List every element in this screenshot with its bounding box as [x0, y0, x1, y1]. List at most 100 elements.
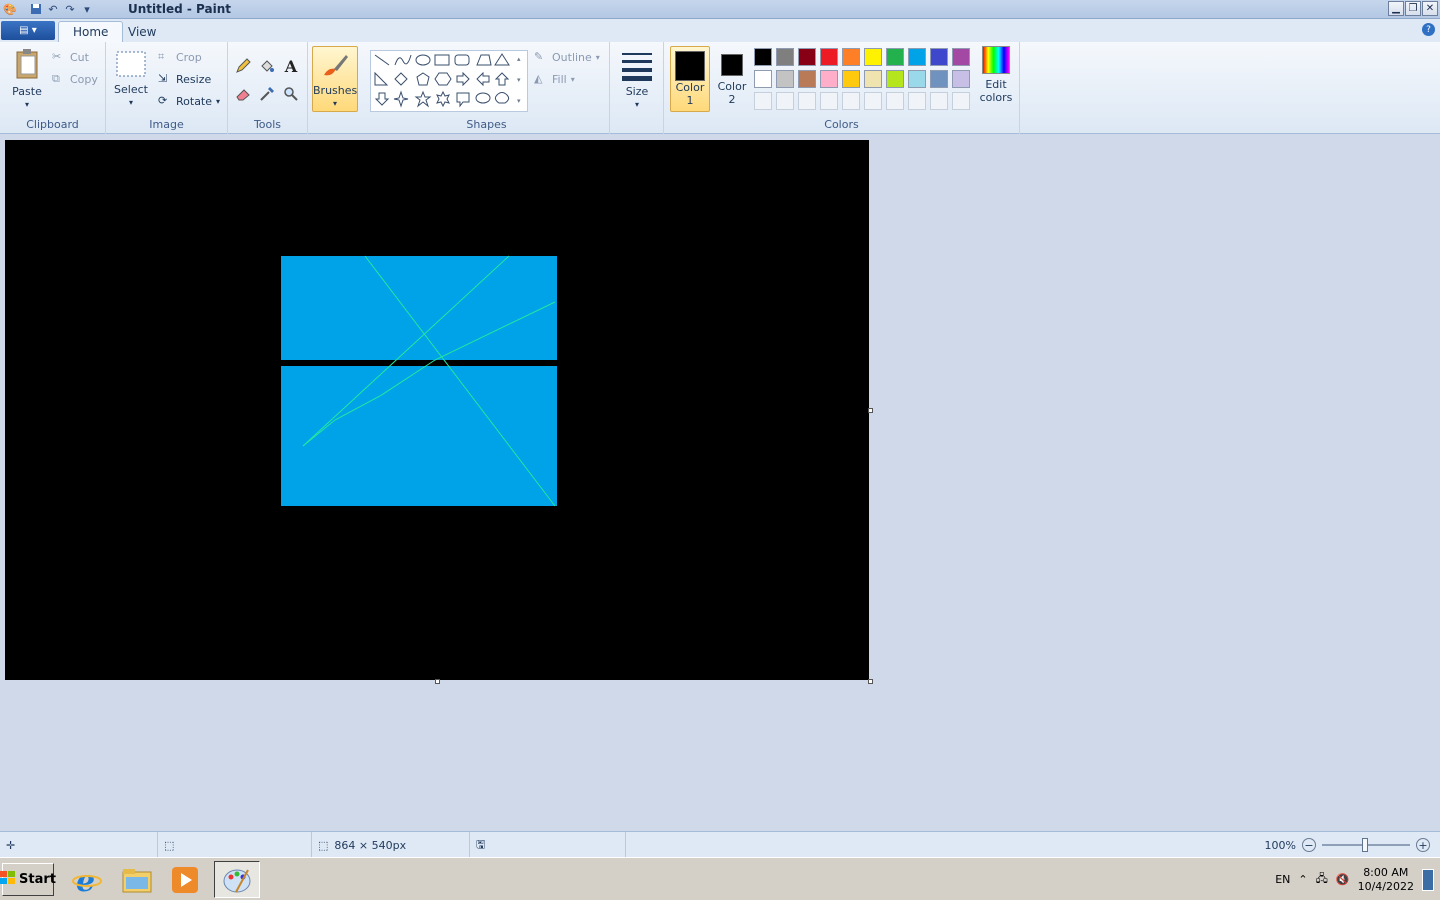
save-icon[interactable]: [29, 2, 43, 16]
show-hidden-icons-icon[interactable]: ⌃: [1298, 873, 1307, 886]
palette-swatch[interactable]: [864, 48, 882, 66]
palette-swatch[interactable]: [930, 48, 948, 66]
palette-swatch[interactable]: [776, 48, 794, 66]
zoom-in-button[interactable]: +: [1416, 838, 1430, 852]
media-player-icon[interactable]: [166, 861, 204, 898]
palette-swatch[interactable]: [820, 70, 838, 88]
clock[interactable]: 8:00 AM 10/4/2022: [1358, 866, 1414, 894]
palette-swatch[interactable]: [952, 48, 970, 66]
restore-button[interactable]: ❐: [1405, 1, 1421, 16]
zoom-slider[interactable]: [1322, 838, 1410, 852]
canvas-workspace[interactable]: [0, 134, 1440, 831]
undo-icon[interactable]: ↶: [46, 2, 60, 16]
edit-colors-label-line2: colors: [979, 91, 1013, 104]
clock-date: 10/4/2022: [1357, 879, 1414, 893]
cut-button[interactable]: ✂ Cut: [52, 50, 89, 64]
color1-button[interactable]: Color 1: [670, 46, 710, 112]
redo-icon[interactable]: ↷: [63, 2, 77, 16]
network-icon[interactable]: 🖧: [1316, 870, 1328, 889]
brushes-button[interactable]: Brushes ▾: [312, 46, 358, 112]
palette-swatch[interactable]: [776, 70, 794, 88]
resize-button[interactable]: ⇲ Resize: [158, 72, 211, 86]
drawing-canvas[interactable]: [5, 140, 869, 680]
palette-swatch-empty[interactable]: [820, 92, 838, 110]
copy-button[interactable]: ⧉ Copy: [52, 72, 98, 86]
internet-explorer-icon[interactable]: e: [68, 861, 106, 898]
clipboard-icon: [16, 49, 38, 79]
palette-swatch-empty[interactable]: [886, 92, 904, 110]
help-icon[interactable]: ?: [1422, 23, 1435, 36]
palette-swatch[interactable]: [930, 70, 948, 88]
svg-text:e: e: [76, 865, 95, 895]
zoom-out-button[interactable]: −: [1302, 838, 1316, 852]
close-button[interactable]: ✕: [1422, 1, 1438, 16]
resize-handle-bottom[interactable]: [435, 679, 440, 684]
blue-rect-bottom: [281, 366, 557, 506]
tools-group-label: Tools: [253, 118, 282, 131]
color2-swatch: [721, 54, 743, 76]
customize-qat-icon[interactable]: ▾: [80, 2, 94, 16]
palette-swatch-empty[interactable]: [798, 92, 816, 110]
palette-swatch[interactable]: [754, 70, 772, 88]
language-indicator[interactable]: EN: [1275, 873, 1290, 886]
palette-swatch-empty[interactable]: [864, 92, 882, 110]
file-explorer-icon[interactable]: [118, 861, 156, 898]
brushes-label: Brushes: [313, 84, 358, 97]
palette-swatch[interactable]: [820, 48, 838, 66]
palette-swatch[interactable]: [952, 70, 970, 88]
palette-swatch-empty[interactable]: [952, 92, 970, 110]
tab-view[interactable]: View: [114, 21, 170, 42]
rotate-button[interactable]: ⟳ Rotate ▾: [158, 94, 220, 108]
selection-size-icon: ⬚: [164, 838, 175, 852]
palette-swatch[interactable]: [908, 70, 926, 88]
paste-button[interactable]: Paste ▾: [6, 48, 48, 111]
crop-button[interactable]: ⌗ Crop: [158, 50, 202, 64]
edit-colors-button[interactable]: Edit colors: [976, 46, 1016, 104]
shapes-group-label: Shapes: [466, 118, 507, 131]
color-picker-icon[interactable]: [257, 84, 277, 104]
magnifier-icon[interactable]: [281, 84, 301, 104]
selection-icon: [116, 51, 146, 77]
resize-icon: ⇲: [158, 72, 168, 85]
palette-swatch[interactable]: [886, 70, 904, 88]
volume-muted-icon[interactable]: 🔇: [1336, 873, 1350, 886]
minimize-button[interactable]: ▁: [1388, 1, 1404, 16]
show-desktop-button[interactable]: [1422, 868, 1434, 891]
crop-label: Crop: [176, 50, 202, 64]
palette-swatch[interactable]: [754, 48, 772, 66]
palette-swatch-empty[interactable]: [930, 92, 948, 110]
palette-swatch-empty[interactable]: [908, 92, 926, 110]
pencil-icon[interactable]: [233, 56, 253, 76]
paint-app-icon[interactable]: 🎨: [3, 2, 17, 16]
start-button[interactable]: Start: [0, 863, 56, 896]
brush-icon: [324, 55, 348, 76]
color2-label-line1: Color: [717, 80, 747, 93]
resize-handle-right[interactable]: [868, 408, 873, 413]
paint-menu-button[interactable]: ▤ ▾: [1, 21, 55, 40]
start-label: Start: [19, 872, 56, 887]
svg-text:▾: ▾: [517, 76, 521, 84]
fill-bucket-icon[interactable]: [257, 56, 277, 76]
palette-swatch[interactable]: [798, 48, 816, 66]
palette-swatch[interactable]: [864, 70, 882, 88]
eraser-icon[interactable]: [233, 84, 253, 104]
palette-swatch[interactable]: [842, 70, 860, 88]
palette-swatch-empty[interactable]: [754, 92, 772, 110]
palette-swatch[interactable]: [798, 70, 816, 88]
taskbar: Start e EN ⌃ 🖧 🔇 8:00 AM 10/4/2022: [0, 857, 1440, 900]
text-icon[interactable]: A: [281, 56, 301, 76]
outline-button[interactable]: ✎ Outline ▾: [534, 50, 600, 64]
palette-swatch[interactable]: [842, 48, 860, 66]
palette-swatch[interactable]: [886, 48, 904, 66]
palette-swatch[interactable]: [908, 48, 926, 66]
paint-taskbar-button[interactable]: [214, 861, 260, 898]
resize-handle-corner[interactable]: [868, 679, 873, 684]
select-button[interactable]: Select ▾: [112, 50, 150, 109]
zoom-slider-thumb[interactable]: [1362, 838, 1368, 852]
size-button[interactable]: Size ▾: [618, 50, 656, 111]
fill-button[interactable]: ◭ Fill ▾: [534, 72, 575, 86]
palette-swatch-empty[interactable]: [842, 92, 860, 110]
system-tray: EN ⌃ 🖧 🔇 8:00 AM 10/4/2022: [1275, 858, 1440, 900]
color2-button[interactable]: Color 2: [714, 46, 750, 106]
palette-swatch-empty[interactable]: [776, 92, 794, 110]
